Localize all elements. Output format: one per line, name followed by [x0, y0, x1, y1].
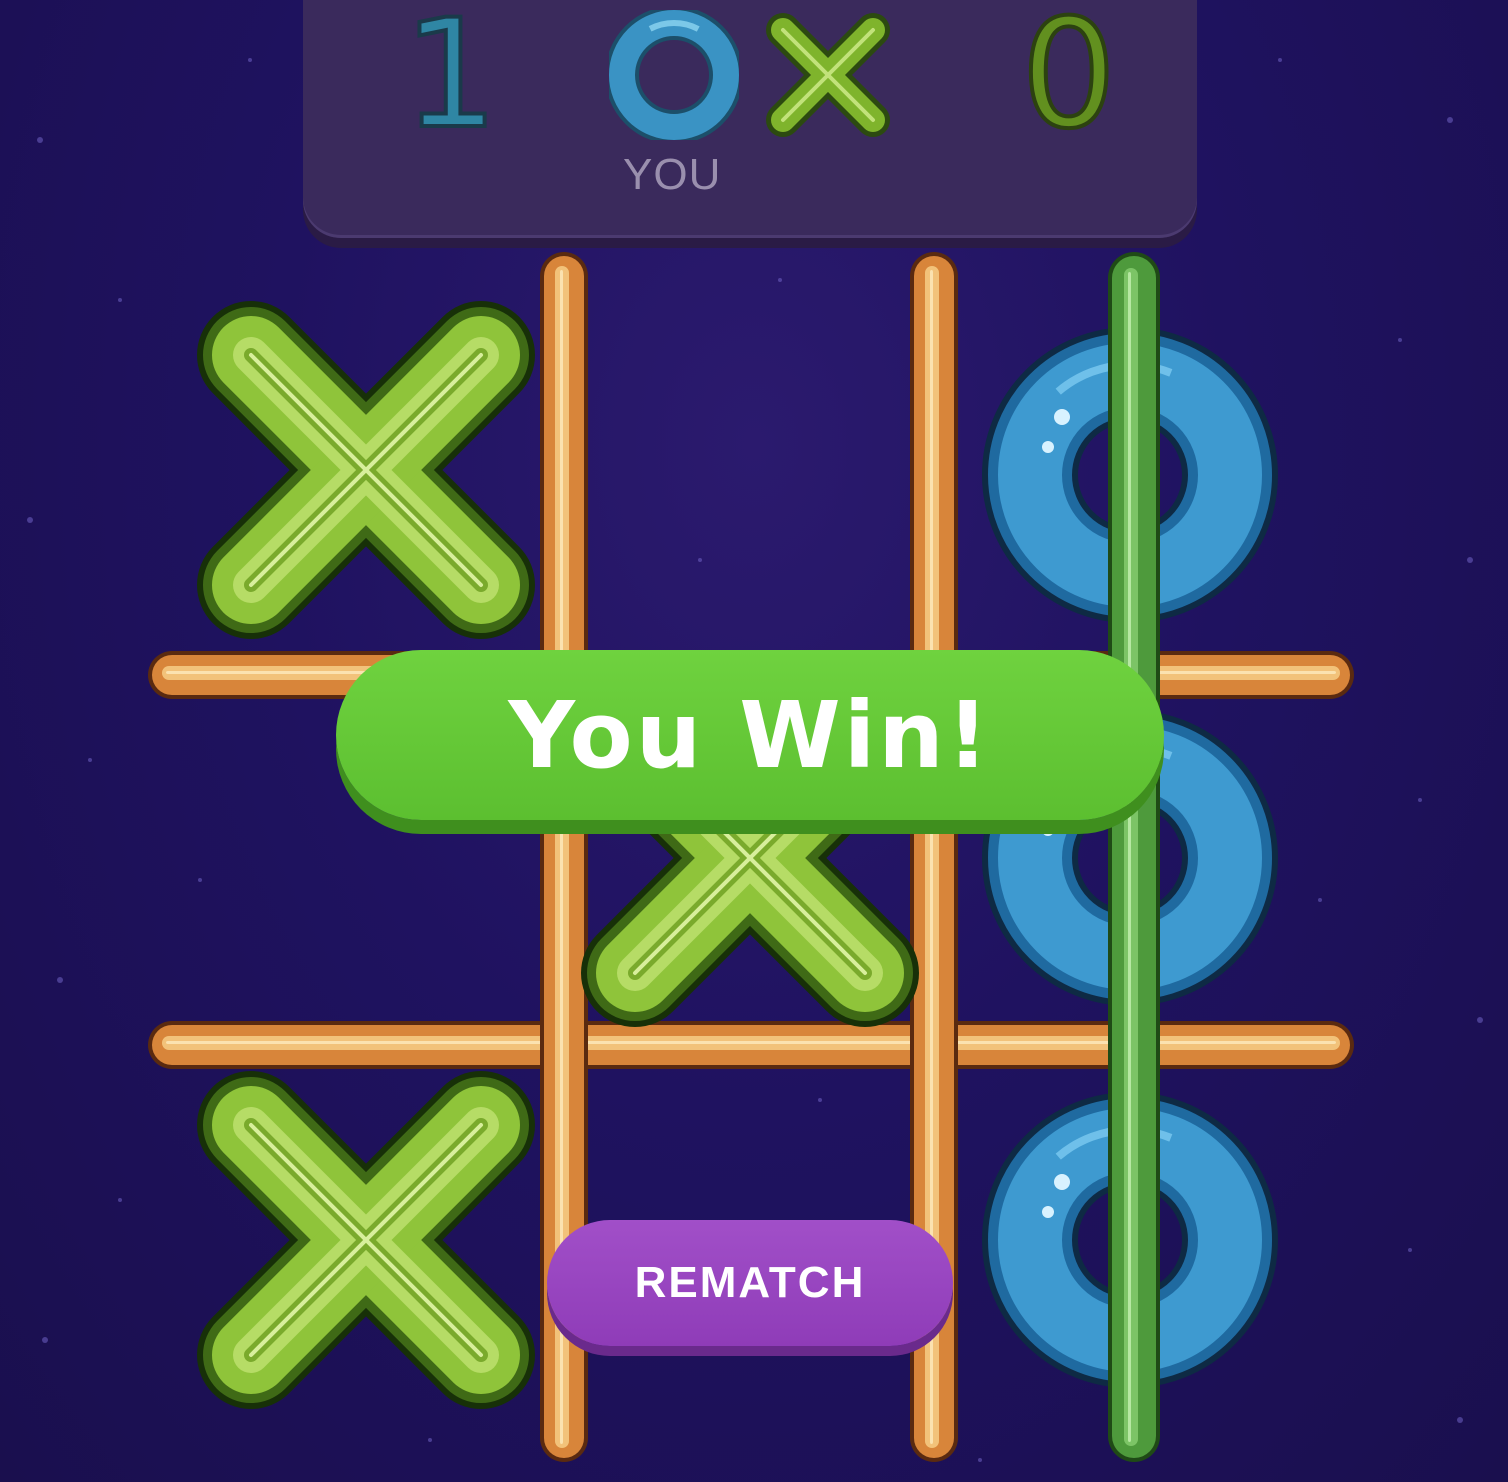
x-piece-icon [251, 1125, 481, 1355]
cell-1[interactable] [251, 355, 481, 585]
win-message: You Win! [508, 681, 992, 789]
cell-7[interactable] [251, 1125, 481, 1355]
grid-line-horizontal-bottom [148, 1021, 1354, 1069]
rematch-button[interactable]: REMATCH [547, 1220, 953, 1346]
rematch-label: REMATCH [634, 1258, 866, 1307]
win-banner: You Win! [336, 650, 1164, 820]
cell-2[interactable] [590, 260, 910, 650]
x-piece-icon [251, 355, 481, 585]
winning-line [1108, 252, 1160, 1462]
game-screen: 1 YOU 0 You Win! REMATCH [0, 0, 1508, 1482]
